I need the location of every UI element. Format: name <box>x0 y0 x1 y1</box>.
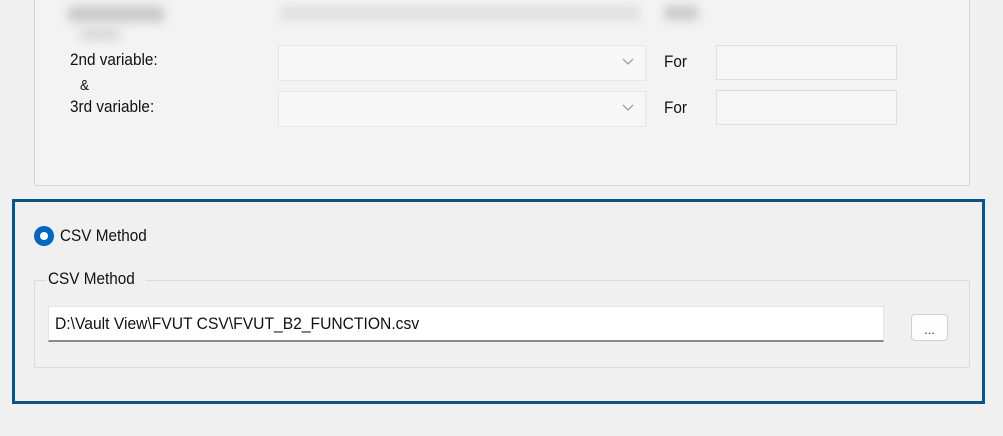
csv-file-path-text: D:\Vault View\FVUT CSV\FVUT_B2_FUNCTION.… <box>55 313 420 333</box>
browse-button-label: ... <box>924 322 935 337</box>
blurred-combo <box>280 6 640 20</box>
second-for-label: For <box>664 52 687 71</box>
blurred-for-label <box>664 6 698 20</box>
radio-selected-icon[interactable] <box>34 226 54 246</box>
connector-ampersand: & <box>80 77 90 94</box>
third-variable-label: 3rd variable: <box>70 97 155 116</box>
chevron-down-icon <box>621 54 635 71</box>
third-variable-combo[interactable] <box>278 91 646 127</box>
csv-method-group-title-text: CSV Method <box>48 269 135 288</box>
csv-method-group-title: CSV Method <box>46 269 147 289</box>
csv-method-radio-label[interactable]: CSV Method <box>60 226 147 246</box>
radio-dot <box>40 232 48 240</box>
second-for-field[interactable] <box>716 45 897 80</box>
second-variable-label: 2nd variable: <box>70 50 158 69</box>
csv-file-path-input[interactable]: D:\Vault View\FVUT CSV\FVUT_B2_FUNCTION.… <box>48 306 884 342</box>
chevron-down-icon <box>621 100 635 117</box>
blurred-connector <box>80 28 120 40</box>
blurred-label <box>68 6 164 22</box>
second-variable-combo[interactable] <box>278 45 646 81</box>
browse-button[interactable]: ... <box>911 314 948 341</box>
third-for-field[interactable] <box>716 90 897 125</box>
third-for-label: For <box>664 98 687 117</box>
